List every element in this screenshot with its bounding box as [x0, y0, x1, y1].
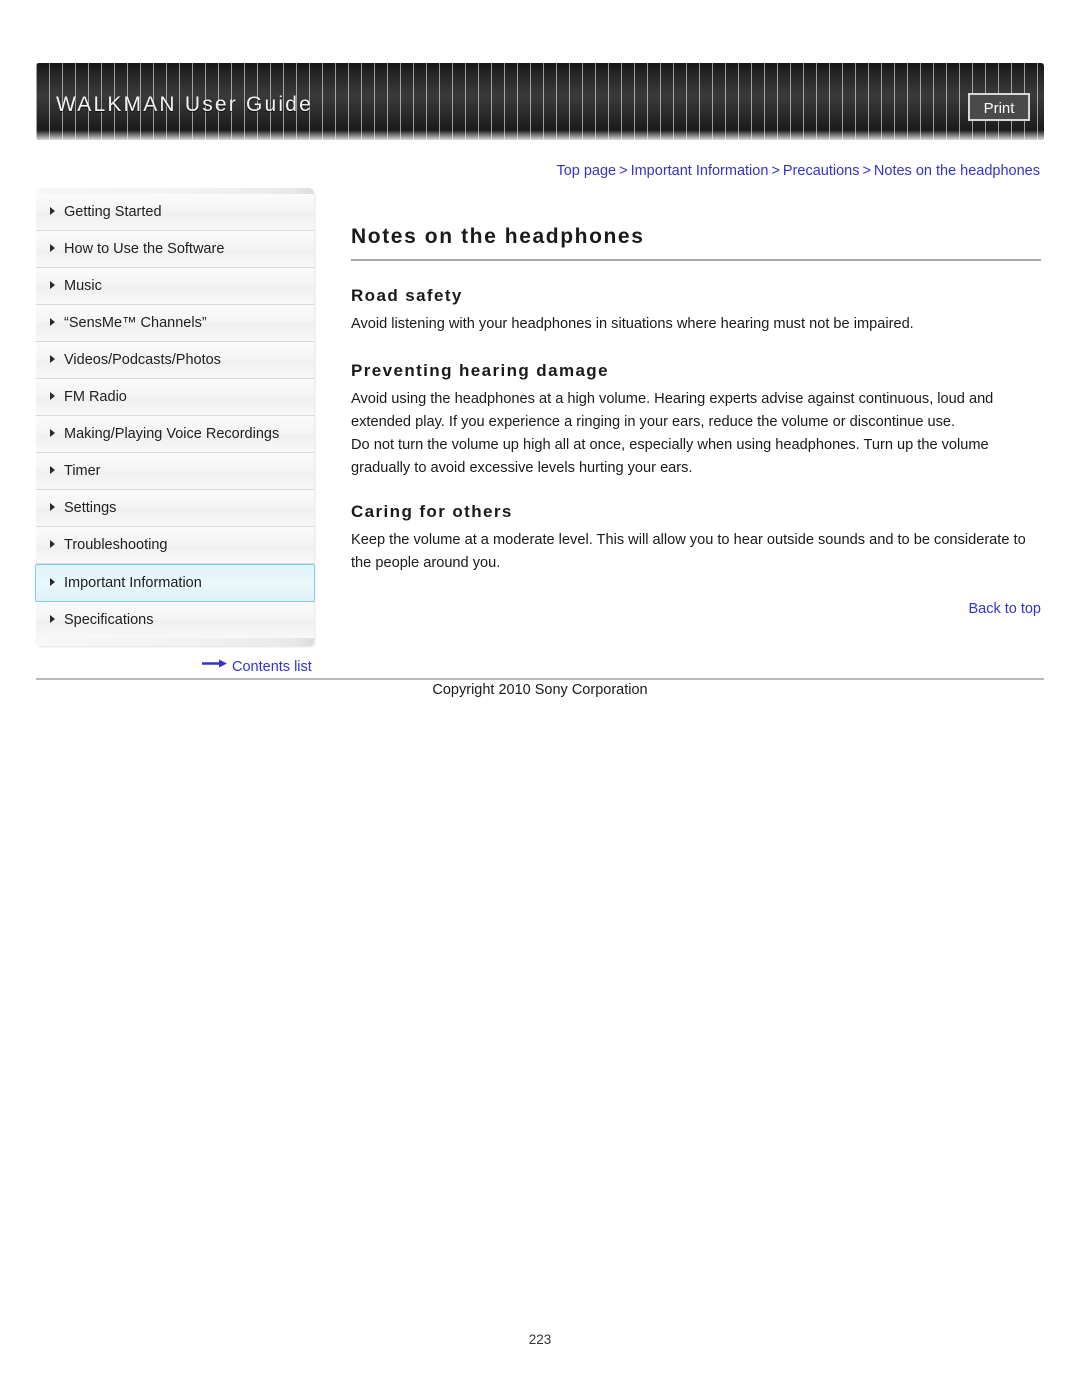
triangle-bullet-icon [50, 466, 55, 474]
sidebar-item-label: Timer [64, 463, 101, 479]
section-heading-road-safety: Road safety [351, 286, 463, 305]
arrow-right-icon [202, 657, 228, 673]
app-title: WALKMAN User Guide [56, 93, 314, 116]
sidebar-item-troubleshooting[interactable]: Troubleshooting [36, 527, 314, 564]
section-paragraph: Avoid listening with your headphones in … [351, 316, 914, 332]
triangle-bullet-icon [50, 578, 55, 586]
triangle-bullet-icon [50, 540, 55, 548]
sidebar-item-label: “SensMe™ Channels” [64, 315, 207, 331]
contents-list-label: Contents list [232, 659, 312, 675]
sidebar-item-videos-podcasts-photos[interactable]: Videos/Podcasts/Photos [36, 342, 314, 379]
sidebar-item-getting-started[interactable]: Getting Started [36, 194, 314, 231]
page-title: Notes on the headphones [351, 225, 1041, 261]
breadcrumb-item-important-information[interactable]: Important Information [631, 163, 769, 179]
print-button[interactable]: Print [968, 93, 1030, 121]
triangle-bullet-icon [50, 429, 55, 437]
sidebar-item-settings[interactable]: Settings [36, 490, 314, 527]
sidebar-item-label: Music [64, 278, 102, 294]
sidebar-item-music[interactable]: Music [36, 268, 314, 305]
breadcrumb-item-precautions[interactable]: Precautions [783, 163, 860, 179]
breadcrumb-item-top-page[interactable]: Top page [556, 163, 616, 179]
sidebar-item-label: Getting Started [64, 204, 162, 220]
sidebar-item-label: FM Radio [64, 389, 127, 405]
contents-list-link[interactable]: Contents list [202, 657, 312, 675]
sidebar-item-label: Making/Playing Voice Recordings [64, 426, 280, 442]
sidebar-nav: Getting Started How to Use the Software … [35, 188, 315, 646]
breadcrumb: Top page > Important Information > Precautio… [556, 163, 1040, 179]
section-paragraph: Do not turn the volume up high all at on… [351, 437, 989, 476]
triangle-bullet-icon [50, 244, 55, 252]
sidebar-item-label: Specifications [64, 612, 154, 628]
section-heading-caring-for-others: Caring for others [351, 502, 513, 521]
sidebar-item-making-playing-voice-recordings[interactable]: Making/Playing Voice Recordings [36, 416, 314, 453]
breadcrumb-separator: > [619, 163, 628, 179]
sidebar-item-label: Troubleshooting [64, 537, 168, 553]
sidebar-item-label: Videos/Podcasts/Photos [64, 352, 221, 368]
triangle-bullet-icon [50, 615, 55, 623]
triangle-bullet-icon [50, 503, 55, 511]
document-page: WALKMAN User Guide Print Top page > Import… [0, 0, 1080, 1397]
sidebar-item-timer[interactable]: Timer [36, 453, 314, 490]
triangle-bullet-icon [50, 281, 55, 289]
sidebar-item-label: Settings [64, 500, 117, 516]
section-paragraph: Avoid using the headphones at a high vol… [351, 391, 994, 430]
section-paragraph: Keep the volume at a moderate level. Thi… [351, 532, 1026, 571]
back-to-top-link[interactable]: Back to top [351, 601, 1041, 617]
app-header: WALKMAN User Guide Print [36, 63, 1044, 140]
copyright-text: Copyright 2010 Sony Corporation [432, 682, 648, 698]
breadcrumb-item-current[interactable]: Notes on the headphones [874, 163, 1040, 179]
sidebar-item-how-to-use-the-software[interactable]: How to Use the Software [36, 231, 314, 268]
sidebar-item-label: Important Information [64, 575, 202, 591]
breadcrumb-separator: > [862, 163, 871, 179]
main-content: Notes on the headphones Road safety Avoi… [351, 225, 1041, 617]
breadcrumb-separator: > [771, 163, 780, 179]
sidebar-item-sensme-channels[interactable]: “SensMe™ Channels” [36, 305, 314, 342]
sidebar-item-specifications[interactable]: Specifications [36, 602, 314, 638]
triangle-bullet-icon [50, 392, 55, 400]
page-number: 223 [528, 1332, 552, 1347]
triangle-bullet-icon [50, 207, 55, 215]
section-heading-preventing-hearing-damage: Preventing hearing damage [351, 361, 609, 380]
sidebar-item-label: How to Use the Software [64, 241, 225, 257]
sidebar-item-fm-radio[interactable]: FM Radio [36, 379, 314, 416]
triangle-bullet-icon [50, 355, 55, 363]
triangle-bullet-icon [50, 318, 55, 326]
sidebar-item-important-information[interactable]: Important Information [35, 564, 315, 602]
